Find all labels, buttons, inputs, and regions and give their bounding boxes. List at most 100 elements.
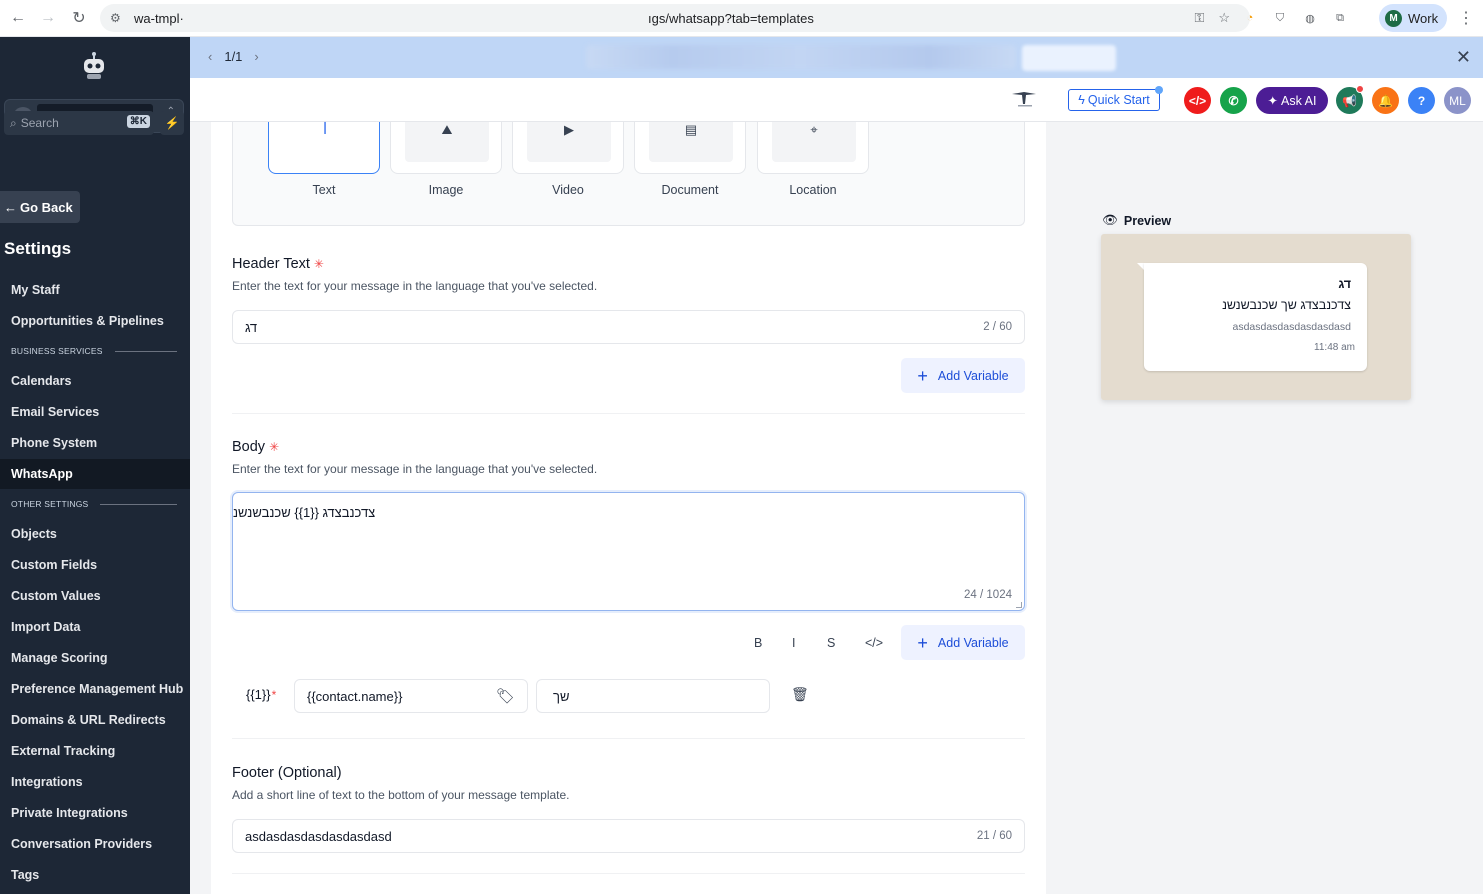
header-type-image-card[interactable]: ⛰ [390,122,502,174]
extension-circle-icon[interactable]: ◍ [1300,8,1320,28]
sidebar-item-objects[interactable]: Objects [0,519,190,549]
eye-icon: 👁 [1102,213,1118,227]
italic-button[interactable]: I [792,636,795,650]
sidebar-item-label: Tags [11,868,40,882]
search-shortcut: ⌘K [126,115,150,128]
preview-timestamp: 11:48 am [1314,342,1355,353]
sidebar-item-label: Calendars [11,374,72,388]
sidebar-item-opportunities[interactable]: Opportunities & Pipelines [0,306,190,336]
browser-menu-icon[interactable]: ⋮ [1458,8,1474,28]
code-button[interactable]: </> [865,636,883,650]
reload-icon[interactable]: ↻ [64,3,94,33]
sidebar-item-label: Private Integrations [11,806,128,820]
sidebar-item-custom-values[interactable]: Custom Values [0,581,190,611]
settings-title: Settings [4,239,72,258]
sidebar-item-whatsapp[interactable]: WhatsApp [0,459,190,489]
preview-footer: asdasdasdasdasdasdasd [1232,321,1351,333]
location-icon: ⌖ [772,122,856,162]
sidebar-item-integrations[interactable]: Integrations [0,767,190,797]
bold-button[interactable]: B [754,636,762,650]
bookmark-star-icon[interactable]: ☆ [1218,10,1230,26]
quick-start-button[interactable]: ϟ Quick Start [1068,86,1163,111]
extension-gauge-icon[interactable]: ◔ [1240,8,1260,28]
variable-field-select[interactable]: {{contact.name}} 🏷 [294,679,528,713]
chevron-left-icon[interactable]: ‹ [208,49,212,64]
sidebar-item-label: Custom Fields [11,558,98,572]
help-button[interactable]: ? [1408,87,1435,114]
footer-input[interactable]: asdasdasdasdasdasdasd 21 / 60 [232,819,1025,853]
preview-header: דג [1338,277,1351,291]
header-type-text-card[interactable]: ꟾ [268,122,380,174]
chevron-right-icon[interactable]: › [254,49,258,64]
tag-icon[interactable]: 🏷 [496,687,515,705]
header-text-description: Enter the text for your message in the l… [232,279,598,293]
sidebar-item-label: Domains & URL Redirects [11,713,166,727]
address-bar[interactable]: ⚙ wa-tmpl· ıgs/whatsapp?tab=templates ⚿ … [100,4,1250,32]
sidebar-item-conversation-providers[interactable]: Conversation Providers [0,829,190,859]
sidebar-item-label: Custom Values [11,589,101,603]
forward-arrow-icon[interactable]: → [33,3,63,33]
sidebar-item-email-services[interactable]: Email Services [0,397,190,427]
code-widget-button[interactable]: </> [1184,87,1211,114]
variable-sample-input[interactable]: שך [536,679,770,713]
required-asterisk: ✳ [269,440,280,454]
header-add-variable-button[interactable]: + Add Variable [901,358,1025,393]
body-textarea[interactable]: צדכנבצדג {{1}} שכנבשנשנ 24 / 1024 [232,492,1025,611]
body-add-variable-button[interactable]: + Add Variable [901,625,1025,660]
sparkle-icon: ✦ [1267,94,1279,108]
header-type-location-card[interactable]: ⌖ [757,122,869,174]
divider [232,413,1025,414]
document-icon: ▤ [649,122,733,162]
sidebar-item-calendars[interactable]: Calendars [0,366,190,396]
sidebar-item-my-staff[interactable]: My Staff [0,275,190,305]
close-icon[interactable]: ✕ [1456,47,1471,68]
sidebar-item-manage-scoring[interactable]: Manage Scoring [0,643,190,673]
header-type-video-card[interactable]: ▶ [512,122,624,174]
back-arrow-icon[interactable]: ← [3,3,33,33]
go-back-button[interactable]: ← Go Back [0,191,80,223]
site-settings-icon[interactable]: ⚙ [110,11,124,25]
banner-action-button-blurred[interactable] [1022,45,1116,71]
trash-icon[interactable]: 🗑 [791,686,809,703]
phone-button[interactable]: ✆ [1220,87,1247,114]
arrow-left-icon: ← [4,199,17,215]
sidebar-item-domains[interactable]: Domains & URL Redirects [0,705,190,735]
header-text-input[interactable]: דג 2 / 60 [232,310,1025,344]
preview-body: צדכנבצדג שך שכנבשנשנ [1222,298,1351,312]
sidebar-item-label: External Tracking [11,744,116,758]
header-type-document-card[interactable]: ▤ [634,122,746,174]
resize-handle[interactable] [1016,602,1022,608]
variable-tag: {{1}}* [246,687,276,702]
sidebar-item-import-data[interactable]: Import Data [0,612,190,642]
password-key-icon[interactable]: ⚿ [1194,10,1204,26]
extension-shield-icon[interactable]: ⛉ [1270,8,1290,28]
go-back-label: Go Back [20,199,73,215]
sidebar-item-private-integrations[interactable]: Private Integrations [0,798,190,828]
sidebar-item-label: Phone System [11,436,98,450]
type-label-video: Video [552,183,584,197]
announcements-button[interactable]: 📢 [1336,85,1364,114]
banner-message-blurred [586,45,1016,69]
type-label-text: Text [312,183,336,197]
sidebar-item-custom-fields[interactable]: Custom Fields [0,550,190,580]
extensions-puzzle-icon[interactable]: ⧉ [1330,8,1350,28]
notifications-bell-button[interactable]: 🔔 [1372,87,1399,114]
browser-toolbar: ← → ↻ ⚙ wa-tmpl· ıgs/whatsapp?tab=templa… [0,0,1483,37]
header-text-title: Header Text ✳ [232,256,324,272]
pager-count: 1/1 [224,49,243,64]
sidebar-item-phone-system[interactable]: Phone System [0,428,190,458]
strikethrough-button[interactable]: S [827,636,835,650]
user-avatar[interactable]: ML [1444,87,1471,114]
sidebar-item-tags[interactable]: Tags [0,860,190,890]
type-label-image: Image [428,183,464,197]
profile-chip[interactable]: M Work [1379,4,1447,32]
body-description: Enter the text for your message in the l… [232,462,598,476]
sidebar-item-label: Integrations [11,775,83,789]
footer-counter: 21 / 60 [976,830,1012,842]
sidebar-item-preference-hub[interactable]: Preference Management Hub [0,674,190,704]
sidebar-search[interactable]: ⌕ Search ⌘K [4,111,154,135]
bolt-icon[interactable]: ⚡ [160,111,184,135]
preview-heading: 👁 Preview [1102,213,1171,228]
sidebar-item-external-tracking[interactable]: External Tracking [0,736,190,766]
ask-ai-button[interactable]: ✦ Ask AI [1256,87,1328,114]
